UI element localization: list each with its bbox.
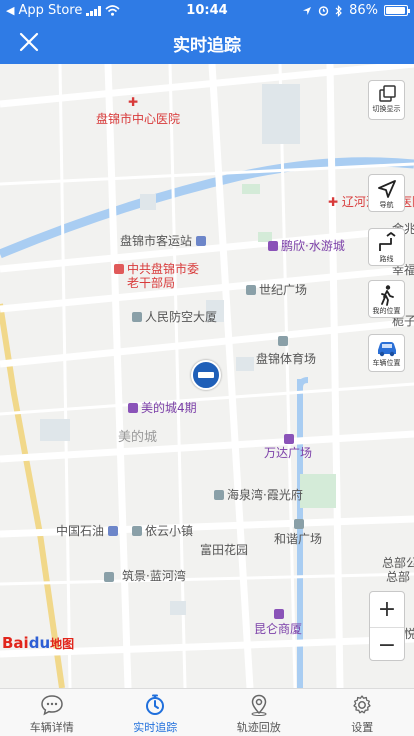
navigate-label: 导航 <box>379 201 394 209</box>
stadium-icon <box>278 334 291 348</box>
gas-station-icon <box>107 526 118 536</box>
map-view[interactable]: ✚ 盘锦市中心医院 政 报 ✚ 辽河油 医院 盘锦市客运站 鹏欣·水游城 金兆 … <box>0 64 414 688</box>
map-label-zhujing-text: 筑景·蓝河湾 <box>122 569 186 583</box>
my-location-button[interactable]: 我的位置 <box>368 280 405 318</box>
map-label-edge-yue: 悦 <box>404 627 414 641</box>
tab-settings-label: 设置 <box>351 721 374 734</box>
car-icon <box>377 342 396 357</box>
location-arrow-icon <box>303 6 312 15</box>
navigate-button[interactable]: 导航 <box>368 174 405 212</box>
chat-bubble-icon <box>40 695 63 716</box>
map-label-cadre-dept-2: 老干部局 <box>127 276 176 290</box>
zoom-out-button[interactable]: − <box>370 627 404 662</box>
alarm-icon <box>318 6 329 16</box>
mall-icon <box>274 607 287 621</box>
building-icon <box>104 572 114 582</box>
map-label-yiyun: 依云小镇 <box>132 524 193 538</box>
map-label-haiquan: 海泉湾·霞光府 <box>214 488 303 502</box>
tab-vehicle-details-label: 车辆详情 <box>29 721 74 734</box>
building-icon <box>132 312 142 322</box>
map-label-cadre-dept: 中共盘锦市委 <box>114 262 199 276</box>
bus-icon <box>195 236 206 246</box>
map-label-wanda: 万达广场 <box>264 446 313 460</box>
app-header: ◀ App Store 10:44 86% 实时追踪 <box>0 0 414 64</box>
tab-realtime-tracking[interactable]: 实时追踪 <box>104 689 208 736</box>
vehicle-marker-bar <box>198 372 214 378</box>
mall-icon <box>284 432 297 446</box>
vehicle-location-label: 车辆位置 <box>372 359 401 367</box>
map-label-meide-4: 美的城4期 <box>128 401 197 415</box>
map-label-hospital: 盘锦市中心医院 <box>96 112 181 126</box>
stopwatch-icon <box>146 694 165 715</box>
map-label-zhujing <box>104 570 117 584</box>
building-icon <box>132 526 142 536</box>
battery-icon <box>384 5 410 16</box>
map-label-civil-defense: 人民防空大厦 <box>132 310 217 324</box>
page-title: 实时追踪 <box>173 36 241 56</box>
tab-settings[interactable]: 设置 <box>311 689 414 736</box>
tab-track-playback-label: 轨迹回放 <box>236 721 281 734</box>
map-label-edge-zongbu: 总部公 <box>382 556 414 570</box>
navigation-arrow-icon <box>377 180 396 198</box>
map-label-bus-station: 盘锦市客运站 <box>120 234 209 248</box>
tab-realtime-tracking-label: 实时追踪 <box>133 721 178 734</box>
building-icon <box>246 285 256 295</box>
layers-icon <box>378 85 396 102</box>
zoom-in-button[interactable]: + <box>370 592 404 627</box>
gear-icon <box>353 695 371 714</box>
vehicle-marker[interactable] <box>191 360 221 390</box>
vehicle-location-button[interactable]: 车辆位置 <box>368 334 405 372</box>
tab-bar: 车辆详情 实时追踪 轨迹回放 设置 <box>0 688 414 736</box>
map-label-stadium: 盘锦体育场 <box>256 352 317 366</box>
shopping-icon <box>128 403 138 413</box>
map-label-kunlun: 昆仑商厦 <box>254 622 303 636</box>
map-label-meide: 美的城 <box>118 430 158 445</box>
map-label-hexie: 和谐广场 <box>274 532 323 546</box>
walking-person-icon <box>380 285 394 306</box>
status-bar: ◀ App Store 10:44 86% <box>0 0 414 22</box>
route-icon <box>378 232 396 251</box>
switch-display-button[interactable]: 切换显示 <box>368 80 405 120</box>
building-icon <box>294 517 307 531</box>
tab-track-playback[interactable]: 轨迹回放 <box>207 689 311 736</box>
switch-display-label: 切换显示 <box>372 105 401 113</box>
route-button[interactable]: 路线 <box>368 228 405 266</box>
tab-vehicle-details[interactable]: 车辆详情 <box>0 689 104 736</box>
map-pin-icon <box>251 694 267 716</box>
map-label-century-plaza: 世纪广场 <box>246 283 307 297</box>
zoom-control: + − <box>369 591 405 661</box>
building-icon <box>214 490 224 500</box>
map-label-pengxin: 鹏欣·水游城 <box>268 239 345 253</box>
bluetooth-icon <box>335 4 342 17</box>
route-label: 路线 <box>379 255 394 263</box>
baidu-map-logo: Baidu地图 <box>2 634 75 652</box>
battery-percent: 86% <box>349 3 378 18</box>
status-right: 86% <box>302 3 410 18</box>
map-label-edge-zongbu2: 总部 <box>386 570 411 584</box>
map-label-fudian: 富田花园 <box>200 543 249 557</box>
hospital-cross-icon: ✚ <box>328 195 342 209</box>
shopping-icon <box>268 241 278 251</box>
my-location-label: 我的位置 <box>372 307 401 315</box>
government-icon <box>114 264 124 274</box>
hospital-icon: ✚ <box>128 95 139 109</box>
map-label-petrochina: 中国石油 <box>56 524 121 538</box>
